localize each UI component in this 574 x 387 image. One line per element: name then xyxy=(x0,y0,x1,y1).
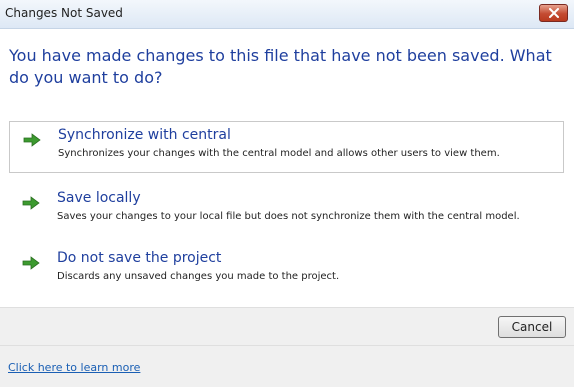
option-title: Do not save the project xyxy=(57,250,222,266)
option-title: Synchronize with central xyxy=(58,127,231,143)
option-save-locally[interactable]: Save locally Saves your changes to your … xyxy=(9,185,564,237)
cancel-button[interactable]: Cancel xyxy=(498,316,566,338)
main-instruction: You have made changes to this file that … xyxy=(9,46,552,87)
window-title: Changes Not Saved xyxy=(5,6,123,20)
option-title: Save locally xyxy=(57,190,141,206)
option-description: Discards any unsaved changes you made to… xyxy=(57,271,340,282)
option-description: Saves your changes to your local file bu… xyxy=(57,211,520,222)
green-arrow-icon xyxy=(23,133,41,147)
learn-more-link[interactable]: Click here to learn more xyxy=(8,361,140,374)
title-bar[interactable]: Changes Not Saved xyxy=(0,0,574,29)
close-button[interactable] xyxy=(539,4,568,22)
green-arrow-icon xyxy=(22,196,40,210)
footer: Click here to learn more xyxy=(0,346,574,387)
main-content: You have made changes to this file that … xyxy=(0,29,574,307)
green-arrow-icon xyxy=(22,256,40,270)
close-icon xyxy=(549,8,559,18)
option-description: Synchronizes your changes with the centr… xyxy=(58,148,500,159)
button-bar: Cancel xyxy=(0,307,574,346)
option-do-not-save[interactable]: Do not save the project Discards any uns… xyxy=(9,245,564,297)
option-synchronize-with-central[interactable]: Synchronize with central Synchronizes yo… xyxy=(9,121,564,173)
changes-not-saved-dialog: Changes Not Saved You have made changes … xyxy=(0,0,574,387)
